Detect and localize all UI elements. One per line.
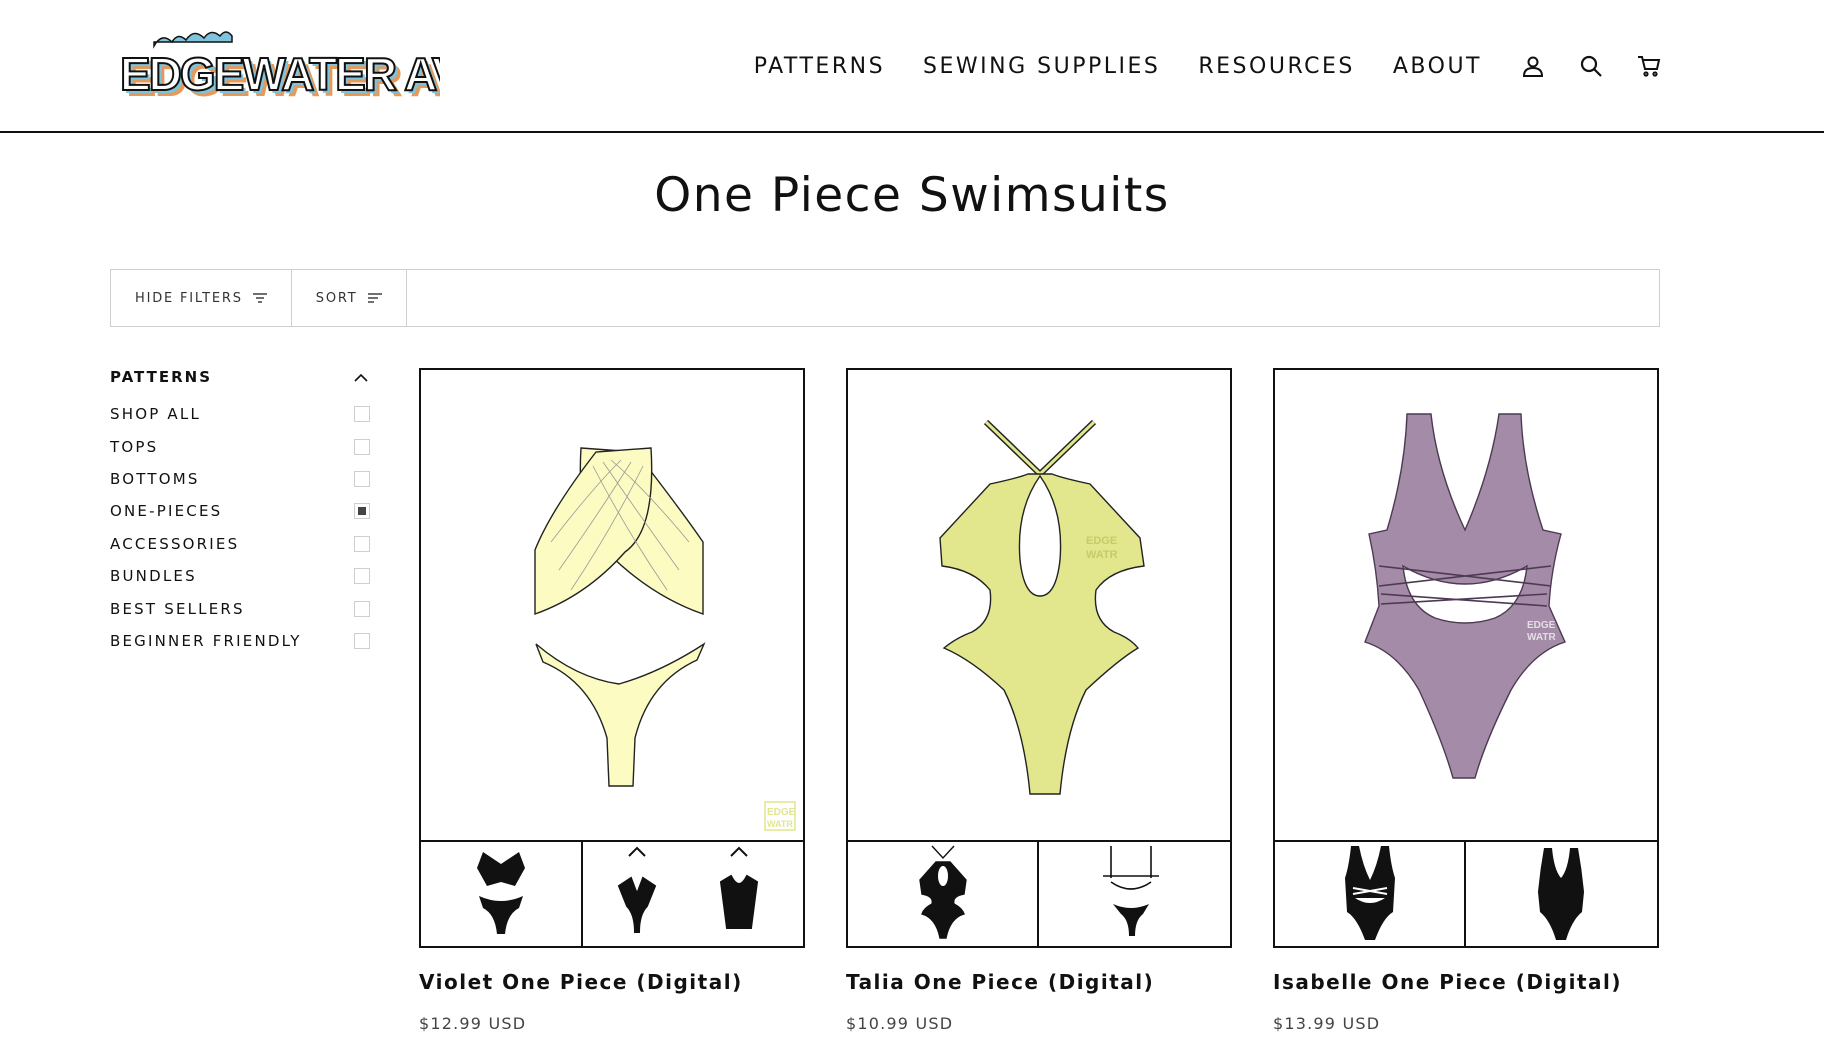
page-title: One Piece Swimsuits (654, 168, 1170, 223)
svg-text:EDGE: EDGE (767, 807, 796, 818)
edgewater-stamp-3: EDGE WATR (1527, 620, 1556, 643)
talia-swimsuit-illustration: EDGE WATR (848, 419, 1230, 842)
svg-text:EDGE: EDGE (1527, 620, 1556, 631)
filter-label: ACCESSORIES (110, 534, 240, 553)
nav-resources[interactable]: RESOURCES (1198, 54, 1355, 79)
filter-checkbox[interactable] (354, 632, 370, 649)
filter-checkbox[interactable] (354, 568, 370, 585)
product-name[interactable]: Isabelle One Piece (Digital) (1273, 970, 1659, 994)
filter-group-title: PATTERNS (110, 368, 213, 386)
thumbnail-variations[interactable] (583, 842, 803, 948)
svg-text:WATR: WATR (1086, 549, 1118, 561)
thumbnail-front[interactable] (848, 842, 1039, 948)
nav-sewing-supplies[interactable]: SEWING SUPPLIES (923, 54, 1160, 79)
svg-text:EDGEWATER AVE: EDGEWATER AVE (120, 48, 440, 100)
sort-button[interactable]: SORT (292, 270, 407, 326)
product-image-frame[interactable]: EDGE WATR (1273, 368, 1659, 948)
product-price: $13.99 USD (1273, 1014, 1381, 1033)
filter-sidebar: PATTERNS SHOP ALL TOPS BOTTOMS ONE-PIECE… (110, 366, 370, 657)
svg-text:EDGE: EDGE (1086, 535, 1117, 547)
edgewater-stamp: EDGE WATR (764, 801, 796, 831)
product-thumbnail-strip (1275, 842, 1657, 948)
hide-filters-label: HIDE FILTERS (135, 290, 243, 306)
thumbnail-front[interactable] (421, 842, 583, 948)
filter-best-sellers[interactable]: BEST SELLERS (110, 592, 370, 624)
svg-text:WATR: WATR (767, 819, 793, 829)
main-nav: PATTERNS SEWING SUPPLIES RESOURCES ABOUT (754, 48, 1824, 84)
chevron-up-icon[interactable] (354, 373, 368, 382)
filter-bundles[interactable]: BUNDLES (110, 560, 370, 592)
back-silhouette (1103, 846, 1159, 936)
filter-one-pieces[interactable]: ONE-PIECES (110, 495, 370, 527)
product-card-isabelle[interactable]: EDGE WATR Isabelle One Piece (Digital) $… (1273, 368, 1659, 1033)
product-thumbnail-strip (421, 842, 803, 948)
thumbnail-back[interactable] (1466, 842, 1657, 948)
isabelle-swimsuit-illustration: EDGE WATR (1275, 413, 1657, 842)
filter-shop-all[interactable]: SHOP ALL (110, 398, 370, 430)
product-image-frame[interactable]: EDGE WATR (419, 368, 805, 948)
front-silhouette (919, 845, 967, 939)
product-card-talia[interactable]: EDGE WATR Talia One Piece (Digital) $10.… (846, 368, 1232, 1033)
product-name[interactable]: Violet One Piece (Digital) (419, 970, 805, 994)
filter-label: TOPS (110, 437, 159, 456)
site-header: EDGEWATER AVE EDGEWATER AVE EDGEWATER AV… (0, 0, 1824, 133)
product-card-violet[interactable]: EDGE WATR Violet One Piece (Digital) $12… (419, 368, 805, 1033)
filter-group-patterns-header[interactable]: PATTERNS (110, 366, 370, 388)
filter-tops[interactable]: TOPS (110, 430, 370, 462)
sort-label: SORT (315, 290, 358, 306)
sort-icon (367, 293, 382, 303)
product-image-frame[interactable]: EDGE WATR (846, 368, 1232, 948)
front-silhouette (1345, 846, 1395, 940)
product-price: $12.99 USD (419, 1014, 527, 1033)
filter-label: BEGINNER FRIENDLY (110, 631, 302, 650)
filter-checkbox[interactable] (354, 406, 370, 423)
filter-checkbox[interactable] (354, 600, 370, 617)
violet-swimsuit-illustration: EDGE WATR (421, 447, 803, 842)
search-icon[interactable] (1578, 53, 1604, 79)
cart-icon[interactable] (1636, 53, 1662, 79)
svg-text:WATR: WATR (1527, 632, 1556, 643)
hide-filters-button[interactable]: HIDE FILTERS (111, 270, 292, 326)
filter-label: BOTTOMS (110, 469, 200, 488)
filter-icon (252, 293, 267, 303)
filter-label: ONE-PIECES (110, 502, 223, 521)
filter-label: BEST SELLERS (110, 599, 245, 618)
product-price: $10.99 USD (846, 1014, 954, 1033)
edgewater-ave-logo[interactable]: EDGEWATER AVE EDGEWATER AVE EDGEWATER AV… (120, 24, 440, 106)
filter-checkbox-checked[interactable] (354, 503, 370, 520)
filter-bottoms[interactable]: BOTTOMS (110, 463, 370, 495)
filter-toolbar: HIDE FILTERS SORT (110, 269, 1660, 327)
product-thumbnail-strip (848, 842, 1230, 948)
front-silhouette (477, 852, 525, 934)
account-icon[interactable] (1520, 53, 1546, 79)
filter-checkbox[interactable] (354, 470, 370, 487)
back-silhouette (1538, 848, 1584, 940)
filter-accessories[interactable]: ACCESSORIES (110, 528, 370, 560)
filter-checkbox[interactable] (354, 438, 370, 455)
thumbnail-back[interactable] (1039, 842, 1230, 948)
nav-patterns[interactable]: PATTERNS (754, 54, 885, 79)
filter-checkbox[interactable] (354, 535, 370, 552)
variation-silhouettes (617, 846, 759, 933)
filter-label: SHOP ALL (110, 405, 201, 424)
filter-beginner-friendly[interactable]: BEGINNER FRIENDLY (110, 625, 370, 657)
nav-about[interactable]: ABOUT (1393, 54, 1482, 79)
thumbnail-front[interactable] (1275, 842, 1466, 948)
filter-label: BUNDLES (110, 567, 197, 586)
product-name[interactable]: Talia One Piece (Digital) (846, 970, 1232, 994)
